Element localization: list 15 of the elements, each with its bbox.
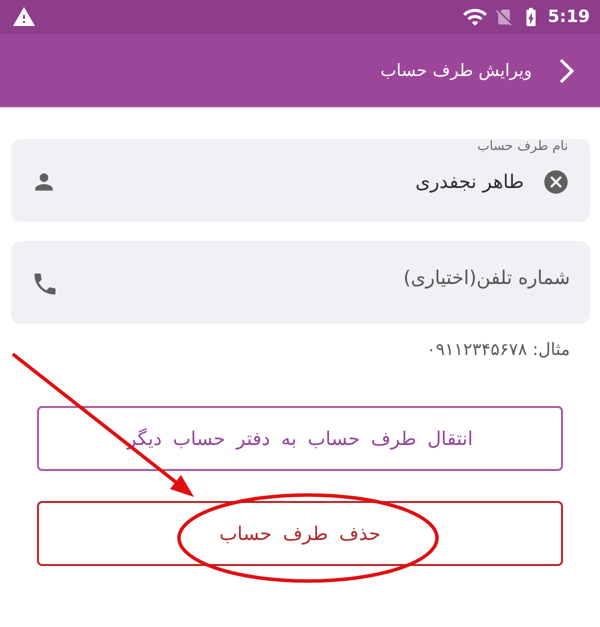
field-placeholder: شماره تلفن(اختیاری) [403, 266, 570, 290]
delete-button[interactable]: حذف طرف حساب [37, 501, 563, 566]
no-sim-icon [494, 7, 514, 27]
chevron-icon [560, 58, 574, 82]
clear-icon [542, 168, 570, 196]
warning-icon [12, 5, 36, 29]
field-value: طاهر نجفدری [415, 170, 524, 194]
helper-text: مثال: ۰۹۱۱۲۳۴۵۶۷۸ [426, 340, 570, 360]
move-button[interactable]: انتقال طرف حساب به دفتر حساب دیگر [37, 406, 563, 471]
app-bar-title: ویرایش طرف حساب [380, 60, 532, 82]
floating-label: نام طرف حساب [477, 139, 568, 155]
status-time: 5:19 [548, 7, 590, 27]
input-field[interactable]: نام طرف حساب طاهر نجفدری [11, 139, 590, 222]
input-field[interactable]: شماره تلفن(اختیاری) [11, 241, 590, 324]
clear-button[interactable] [542, 168, 570, 196]
